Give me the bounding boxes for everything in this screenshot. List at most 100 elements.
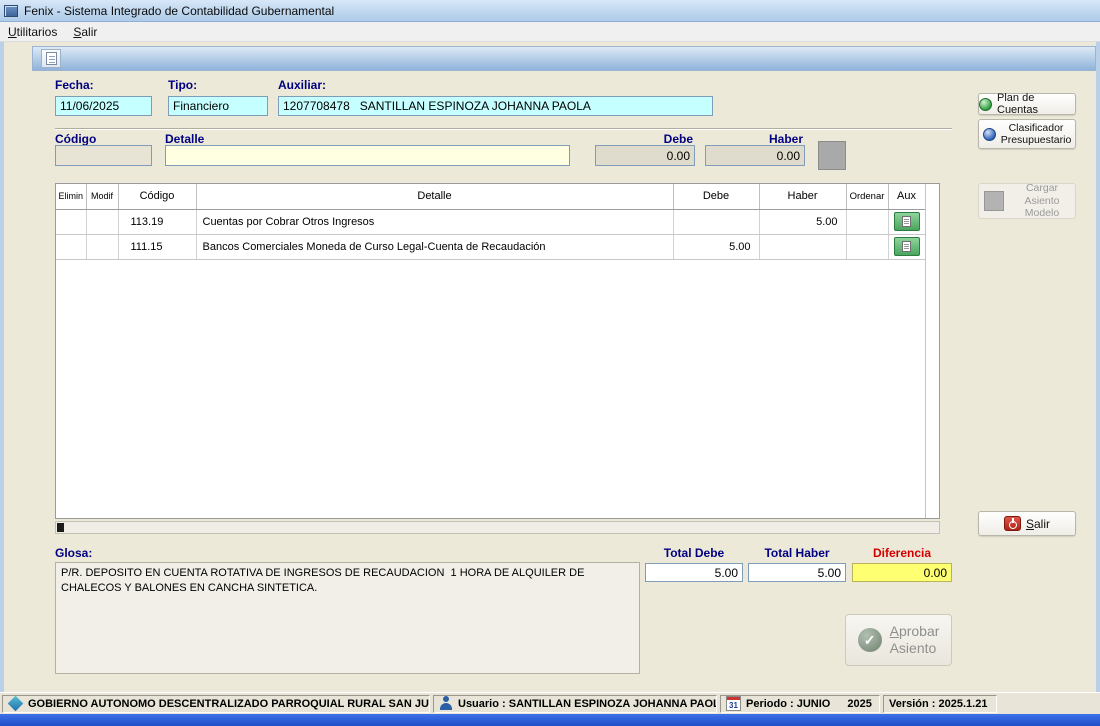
separator-line xyxy=(55,128,952,130)
total-haber-label: Total Haber xyxy=(748,546,846,560)
version-text: Versión : 2025.1.21 xyxy=(889,698,987,710)
header-modif: Modif xyxy=(86,184,118,209)
salir-button[interactable]: Salir xyxy=(978,511,1076,536)
cell-modif[interactable] xyxy=(86,209,118,234)
cargar-asiento-icon xyxy=(984,191,1004,211)
detalle-label: Detalle xyxy=(165,132,204,146)
tipo-label: Tipo: xyxy=(168,78,197,92)
calendar-icon: 31 xyxy=(726,696,741,711)
header-codigo: Código xyxy=(118,184,196,209)
new-document-button[interactable] xyxy=(41,49,61,68)
cell-ordenar[interactable] xyxy=(846,234,888,259)
cell-detalle[interactable]: Bancos Comerciales Moneda de Curso Legal… xyxy=(196,234,673,259)
blank-action-button[interactable] xyxy=(818,141,846,170)
cell-haber[interactable]: 5.00 xyxy=(759,209,846,234)
status-usuario: Usuario : SANTILLAN ESPINOZA JOHANNA PAO… xyxy=(433,695,717,713)
note-icon xyxy=(902,241,911,252)
menu-salir[interactable]: Salir xyxy=(65,23,105,41)
aprobar-label-1: Aprobar xyxy=(890,623,940,641)
header-elimin: Elimin xyxy=(56,184,86,209)
aprobar-asiento-button[interactable]: Aprobar Asiento xyxy=(845,614,952,666)
window-title: Fenix - Sistema Integrado de Contabilida… xyxy=(24,4,334,18)
total-debe-value: 5.00 xyxy=(645,563,743,582)
diferencia-label: Diferencia xyxy=(852,546,952,560)
header-haber: Haber xyxy=(759,184,846,209)
fecha-field[interactable]: 11/06/2025 xyxy=(55,96,152,116)
codigo-input[interactable] xyxy=(55,145,152,166)
clasificador-button[interactable]: Clasificador Presupuestario xyxy=(978,119,1076,149)
diferencia-value: 0.00 xyxy=(852,563,952,582)
glosa-textarea[interactable]: P/R. DEPOSITO EN CUENTA ROTATIVA DE INGR… xyxy=(55,562,640,674)
entity-text: GOBIERNO AUTONOMO DESCENTRALIZADO PARROQ… xyxy=(28,698,430,710)
cell-ordenar[interactable] xyxy=(846,209,888,234)
entity-icon xyxy=(8,696,24,712)
usuario-text: Usuario : SANTILLAN ESPINOZA JOHANNA PAO… xyxy=(458,698,717,710)
status-bar: GOBIERNO AUTONOMO DESCENTRALIZADO PARROQ… xyxy=(0,692,1100,714)
aux-button[interactable] xyxy=(894,212,920,231)
plan-de-cuentas-button[interactable]: Plan de Cuentas xyxy=(978,93,1076,115)
plan-de-cuentas-label: Plan de Cuentas xyxy=(997,92,1075,116)
asiento-grid: Elimin Modif Código Detalle Debe Haber O… xyxy=(55,183,940,519)
cell-aux xyxy=(888,234,925,259)
cell-debe[interactable]: 5.00 xyxy=(673,234,759,259)
toolbar xyxy=(32,46,1096,71)
scrollbar-thumb[interactable] xyxy=(57,523,64,532)
power-icon xyxy=(1004,516,1021,531)
main-panel: Fecha: Tipo: Auxiliar: 11/06/2025 Financ… xyxy=(0,42,1100,692)
header-ordenar: Ordenar xyxy=(846,184,888,209)
window-border-right xyxy=(1096,42,1100,692)
app-icon xyxy=(4,5,18,17)
debe-label: Debe xyxy=(595,132,693,146)
app-window: Fenix - Sistema Integrado de Contabilida… xyxy=(0,0,1100,726)
cell-elimin[interactable] xyxy=(56,209,86,234)
taskbar-strip xyxy=(0,714,1100,726)
cell-debe[interactable] xyxy=(673,209,759,234)
clasificador-label-1: Clasificador xyxy=(1001,122,1072,134)
glosa-label: Glosa: xyxy=(55,546,92,560)
salir-button-label: Salir xyxy=(1026,517,1050,531)
header-aux: Aux xyxy=(888,184,925,209)
menu-utilitarios[interactable]: Utilitarios xyxy=(0,23,65,41)
grid-vertical-scrollbar[interactable] xyxy=(925,184,939,518)
grid-row-1[interactable]: 113.19 Cuentas por Cobrar Otros Ingresos… xyxy=(56,209,925,234)
total-debe-label: Total Debe xyxy=(645,546,743,560)
debe-display: 0.00 xyxy=(595,145,695,166)
title-bar: Fenix - Sistema Integrado de Contabilida… xyxy=(0,0,1100,22)
auxiliar-label: Auxiliar: xyxy=(278,78,326,92)
window-border-left xyxy=(0,42,4,692)
cargar-label-2: Modelo xyxy=(1009,207,1075,220)
cell-codigo[interactable]: 111.15 xyxy=(118,234,196,259)
note-icon xyxy=(902,216,911,227)
grid-row-2[interactable]: 111.15 Bancos Comerciales Moneda de Curs… xyxy=(56,234,925,259)
plan-de-cuentas-icon xyxy=(979,98,992,111)
cell-modif[interactable] xyxy=(86,234,118,259)
status-entity: GOBIERNO AUTONOMO DESCENTRALIZADO PARROQ… xyxy=(2,695,430,713)
check-icon xyxy=(858,628,882,652)
header-detalle: Detalle xyxy=(196,184,673,209)
document-icon xyxy=(46,52,57,65)
cargar-label-1: Cargar Asiento xyxy=(1009,182,1075,207)
auxiliar-field[interactable]: 1207708478 SANTILLAN ESPINOZA JOHANNA PA… xyxy=(278,96,713,116)
cell-detalle[interactable]: Cuentas por Cobrar Otros Ingresos xyxy=(196,209,673,234)
codigo-label: Código xyxy=(55,132,96,146)
clasificador-icon xyxy=(983,128,996,141)
cell-elimin[interactable] xyxy=(56,234,86,259)
cell-aux xyxy=(888,209,925,234)
aux-button[interactable] xyxy=(894,237,920,256)
header-debe: Debe xyxy=(673,184,759,209)
fecha-label: Fecha: xyxy=(55,78,94,92)
cargar-asiento-modelo-button[interactable]: Cargar Asiento Modelo xyxy=(978,183,1076,219)
tipo-field[interactable]: Financiero xyxy=(168,96,268,116)
total-haber-value: 5.00 xyxy=(748,563,846,582)
grid-horizontal-scrollbar[interactable] xyxy=(55,521,940,534)
periodo-year: 2025 xyxy=(847,698,871,710)
detalle-input[interactable] xyxy=(165,145,570,166)
clasificador-label-2: Presupuestario xyxy=(1001,134,1072,146)
aprobar-label-2: Asiento xyxy=(890,640,940,658)
haber-display: 0.00 xyxy=(705,145,805,166)
status-periodo: 31 Periodo : JUNIO 2025 xyxy=(720,695,880,713)
cell-haber[interactable] xyxy=(759,234,846,259)
periodo-text: Periodo : JUNIO xyxy=(746,698,830,710)
cell-codigo[interactable]: 113.19 xyxy=(118,209,196,234)
status-version: Versión : 2025.1.21 xyxy=(883,695,997,713)
